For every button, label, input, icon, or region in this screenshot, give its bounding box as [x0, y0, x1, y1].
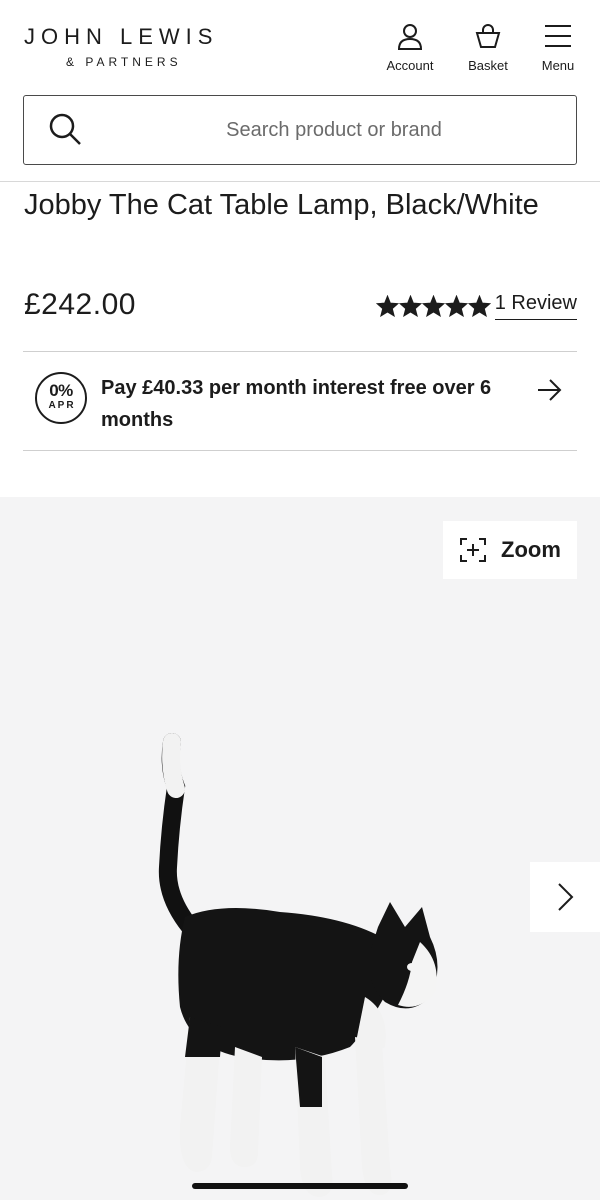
logo-main-text: JOHN LEWIS	[24, 24, 219, 49]
arrow-right-icon[interactable]	[535, 376, 563, 409]
home-indicator[interactable]	[192, 1183, 408, 1189]
product-rating: 1 Review	[375, 292, 577, 320]
product-price: £242.00	[24, 288, 136, 321]
product-image-gallery[interactable]: Zoom	[0, 497, 600, 1200]
logo-sub-text: & PARTNERS	[66, 55, 182, 69]
star-icon	[444, 295, 468, 317]
star-icon	[467, 295, 491, 317]
account-button[interactable]: Account	[377, 22, 443, 78]
basket-button[interactable]: Basket	[455, 22, 521, 78]
star-rating	[375, 295, 491, 317]
zoom-button[interactable]: Zoom	[443, 521, 577, 579]
product-title: Jobby The Cat Table Lamp, Black/White	[24, 189, 539, 221]
site-header: JOHN LEWIS & PARTNERS Account Basket Men…	[0, 0, 600, 90]
account-icon	[396, 22, 424, 50]
search-icon[interactable]	[48, 112, 84, 153]
zoom-label: Zoom	[501, 537, 561, 562]
finance-text: Pay £40.33 per month interest free over …	[101, 377, 492, 431]
header-divider	[0, 181, 600, 182]
star-icon	[398, 295, 422, 317]
cat-lamp-product-image	[150, 727, 450, 1200]
basket-icon	[474, 22, 502, 50]
badge-apr: APR	[48, 400, 76, 411]
account-label: Account	[386, 58, 434, 73]
menu-button[interactable]: Menu	[525, 22, 591, 78]
finance-banner[interactable]: 0% APR Pay £40.33 per month interest fre…	[23, 351, 577, 451]
star-icon	[375, 295, 399, 317]
review-link[interactable]: 1 Review	[494, 292, 577, 320]
basket-label: Basket	[468, 58, 508, 73]
star-icon	[421, 295, 445, 317]
zero-percent-apr-badge: 0% APR	[35, 372, 87, 424]
next-image-button[interactable]	[530, 862, 600, 932]
john-lewis-logo[interactable]: JOHN LEWIS & PARTNERS	[24, 24, 254, 69]
search-input[interactable]	[124, 110, 544, 150]
badge-percent: 0%	[49, 381, 73, 400]
hamburger-menu-icon	[543, 22, 573, 50]
search-bar[interactable]	[23, 95, 577, 165]
menu-label: Menu	[541, 58, 575, 73]
